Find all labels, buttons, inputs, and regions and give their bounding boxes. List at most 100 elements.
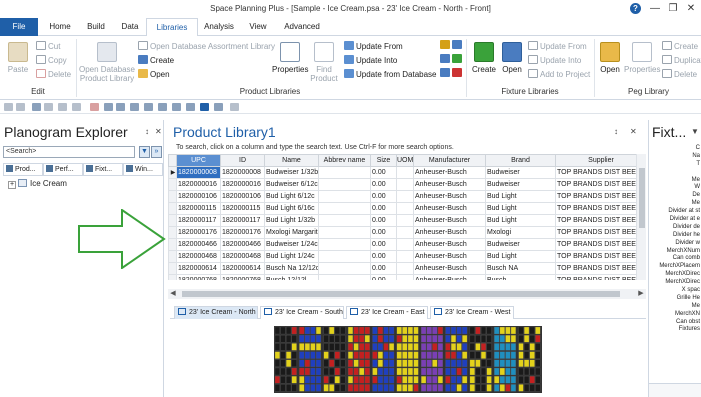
- table-row[interactable]: 1820000466 1820000466 Budweiser 1/24c 0.00 A…: [168, 238, 646, 251]
- tab-advanced[interactable]: Advanced: [280, 18, 324, 36]
- table-cell[interactable]: Bud Light 6/16c: [264, 202, 319, 215]
- table-cell[interactable]: 0.00: [370, 226, 397, 239]
- table-cell[interactable]: Bud Light: [485, 214, 556, 227]
- table-cell[interactable]: Budweiser 1/24c: [264, 238, 319, 251]
- table-cell[interactable]: Mxologi Margarita 1/: [264, 226, 319, 239]
- table-cell[interactable]: [396, 178, 414, 191]
- peg-properties-button[interactable]: Properties: [624, 42, 660, 74]
- undo-icon[interactable]: [4, 103, 13, 111]
- table-row[interactable]: 1820000614 1820000614 Busch Na 12/12c 0.00 A…: [168, 262, 646, 275]
- tab-libraries[interactable]: Libraries: [146, 18, 198, 37]
- horizontal-scrollbar[interactable]: ◀ ▶: [168, 289, 646, 299]
- table-cell[interactable]: [318, 238, 371, 251]
- table-cell[interactable]: [396, 214, 414, 227]
- column-header-upc[interactable]: UPC: [176, 154, 221, 167]
- row-header[interactable]: [168, 274, 177, 280]
- vertical-scrollbar[interactable]: [636, 154, 646, 280]
- table-cell[interactable]: Budweiser 1/32b: [264, 166, 319, 179]
- tab-ice-cream-north[interactable]: 23' Ice Cream - North: [174, 306, 258, 319]
- table-cell[interactable]: 0.00: [370, 238, 397, 251]
- table-cell[interactable]: 1820000016: [176, 178, 221, 191]
- table-cell[interactable]: 1820000008: [220, 166, 265, 179]
- table-row[interactable]: 1820000106 1820000106 Bud Light 6/12c 0.00 A…: [168, 190, 646, 203]
- table-cell[interactable]: Bud Light 1/32b: [264, 214, 319, 227]
- table-row[interactable]: 18200001761820000176Mxologi Margarita 1/…: [168, 226, 646, 239]
- row-header[interactable]: [168, 250, 177, 263]
- table-cell[interactable]: 1820000176: [220, 226, 265, 239]
- refresh-icon[interactable]: [144, 103, 153, 111]
- table-cell[interactable]: [318, 274, 371, 280]
- column-header-name[interactable]: Name: [264, 154, 319, 167]
- open-database-assortment-library-button[interactable]: Open Database Assortment Library: [138, 41, 275, 53]
- table-cell[interactable]: 1820000115: [176, 202, 221, 215]
- tool-icon[interactable]: [186, 103, 195, 111]
- table-cell[interactable]: Bud Light: [485, 202, 556, 215]
- table-cell[interactable]: Bud Light 1/24c: [264, 250, 319, 263]
- pin-icon[interactable]: ↕: [614, 127, 618, 136]
- table-cell[interactable]: 1820000176: [176, 226, 221, 239]
- open-database-product-library-button[interactable]: Open Database Product Library: [78, 42, 136, 83]
- table-cell[interactable]: Anheuser-Busch: [413, 190, 486, 203]
- table-cell[interactable]: [396, 274, 414, 280]
- tab-ice-cream-west[interactable]: 23' Ice Cream - West: [430, 306, 514, 319]
- tab-products[interactable]: Prod...: [3, 163, 43, 176]
- table-cell[interactable]: Anheuser-Busch: [413, 166, 486, 179]
- tab-fixtures[interactable]: Fixt...: [83, 163, 123, 176]
- table-cell[interactable]: 1820000008: [176, 166, 221, 179]
- row-header[interactable]: [168, 202, 177, 215]
- tab-data[interactable]: Data: [116, 18, 144, 36]
- pin-icon[interactable]: ↕: [145, 127, 149, 136]
- tab-ice-cream-south[interactable]: 23' Ice Cream - South: [260, 306, 344, 319]
- properties-button[interactable]: Properties: [272, 42, 308, 74]
- close-icon[interactable]: ✕: [155, 127, 162, 136]
- table-row[interactable]: 1820000117 1820000117 Bud Light 1/32b 0.00 A…: [168, 214, 646, 227]
- table-row[interactable]: 1820000468 1820000468 Bud Light 1/24c 0.00 A…: [168, 250, 646, 263]
- search-go-icon[interactable]: »: [151, 146, 162, 158]
- table-cell[interactable]: Bud Light 6/12c: [264, 190, 319, 203]
- table-cell[interactable]: [396, 226, 414, 239]
- table-cell[interactable]: TOP BRANDS DIST BEER: [555, 202, 646, 215]
- table-cell[interactable]: [318, 178, 371, 191]
- table-cell[interactable]: [396, 202, 414, 215]
- delete-icon[interactable]: [90, 103, 99, 111]
- scroll-right-icon[interactable]: ▶: [636, 289, 646, 299]
- tool-icon[interactable]: [158, 103, 167, 111]
- close-icon[interactable]: ✕: [630, 127, 637, 136]
- table-cell[interactable]: Anheuser-Busch: [413, 238, 486, 251]
- chevron-down-icon[interactable]: ▼: [691, 127, 699, 136]
- copy-icon[interactable]: [44, 103, 53, 111]
- minimize-button[interactable]: —: [646, 1, 664, 17]
- peg-create-button[interactable]: Create: [662, 41, 698, 53]
- cut-icon[interactable]: [58, 103, 67, 111]
- view-icon[interactable]: [104, 103, 113, 111]
- refresh-icon[interactable]: [200, 103, 209, 111]
- table-row[interactable]: 1820000016 1820000016 Budweiser 6/12c 0.00 A…: [168, 178, 646, 191]
- table-cell[interactable]: 0.00: [370, 166, 397, 179]
- table-cell[interactable]: 1820000466: [176, 238, 221, 251]
- update-into-button[interactable]: Update Into: [344, 55, 397, 67]
- peg-duplicate-button[interactable]: Duplicate: [662, 55, 701, 67]
- restore-button[interactable]: ❐: [664, 1, 682, 17]
- table-cell[interactable]: TOP BRANDS DIST BEER: [555, 238, 646, 251]
- table-cell[interactable]: TOP BRANDS DIST BEER: [555, 178, 646, 191]
- table-cell[interactable]: TOP BRANDS DIST BEER: [555, 190, 646, 203]
- column-header-id[interactable]: ID: [220, 154, 265, 167]
- table-cell[interactable]: [396, 166, 414, 179]
- tab-home[interactable]: Home: [44, 18, 76, 36]
- table-cell[interactable]: 1820000117: [176, 214, 221, 227]
- table-cell[interactable]: 1820000106: [220, 190, 265, 203]
- copy-button[interactable]: Copy: [36, 55, 67, 67]
- table-cell[interactable]: Budweiser: [485, 166, 556, 179]
- column-header-supplier[interactable]: Supplier: [555, 154, 646, 167]
- table-cell[interactable]: TOP BRANDS DIST BEER: [555, 274, 646, 280]
- column-header-abbrev-name[interactable]: Abbrev name: [318, 154, 371, 167]
- paste-icon[interactable]: [72, 103, 81, 111]
- table-cell[interactable]: Busch: [485, 274, 556, 280]
- table-cell[interactable]: 1820000768: [176, 274, 221, 280]
- column-header-brand[interactable]: Brand: [485, 154, 556, 167]
- table-cell[interactable]: 1820000115: [220, 202, 265, 215]
- print-icon[interactable]: [32, 103, 41, 111]
- table-cell[interactable]: Bud Light: [485, 250, 556, 263]
- zoom-icon[interactable]: [130, 103, 139, 111]
- table-cell[interactable]: [396, 262, 414, 275]
